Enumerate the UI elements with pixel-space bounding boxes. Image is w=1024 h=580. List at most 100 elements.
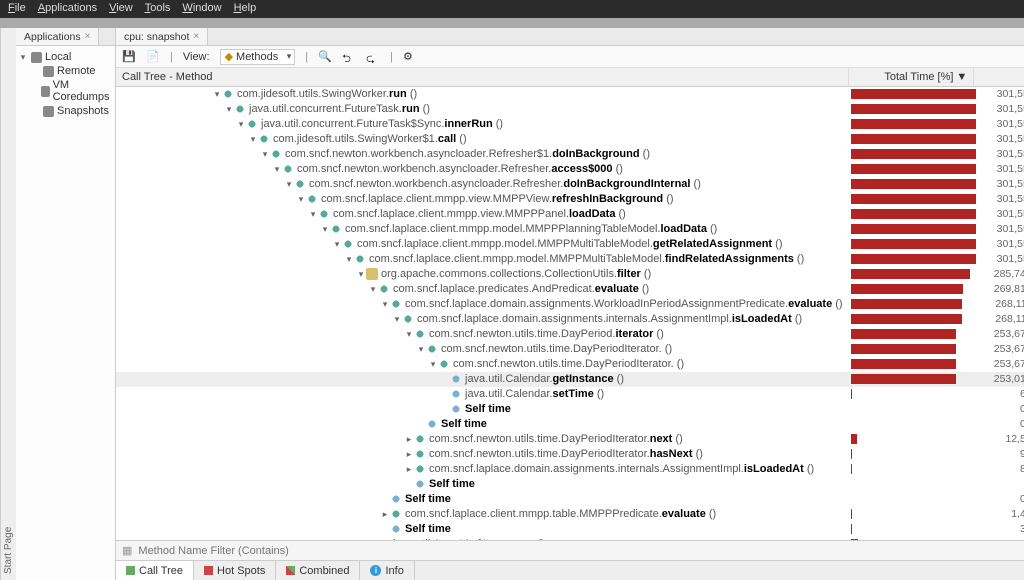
export-icon[interactable]: 📄 [146,50,160,64]
expand-toggle[interactable]: ▸ [404,464,414,475]
call-tree-row[interactable]: ▾com.sncf.laplace.client.mmpp.view.MMPPP… [116,207,1024,222]
expand-toggle[interactable]: ▾ [392,314,402,325]
filter-icon: ▦ [122,544,132,557]
menubar[interactable]: File Applications View Tools Window Help [0,0,1024,18]
call-tree-row[interactable]: ▾com.sncf.newton.workbench.asyncloader.R… [116,162,1024,177]
method-label: java.util.concurrent.FutureTask$Sync.inn… [261,118,503,130]
method-icon [282,163,294,175]
call-tree-row[interactable]: ▾org.apache.commons.collections.Collecti… [116,267,1024,282]
bottom-tab-info[interactable]: iInfo [360,561,414,580]
sidebar-node-local[interactable]: ▾Local [18,50,113,64]
sidebar-node-snapshots[interactable]: Snapshots [18,104,113,118]
sidebar-node-vm-coredumps[interactable]: VM Coredumps [18,78,113,104]
expand-toggle[interactable]: ▾ [296,194,306,205]
call-tree-row[interactable]: ▾com.sncf.laplace.domain.assignments.int… [116,312,1024,327]
expand-toggle[interactable]: ▾ [236,119,246,130]
call-tree-row[interactable]: ▸com.sncf.laplace.domain.assignments.int… [116,462,1024,477]
expand-toggle[interactable]: ▾ [284,179,294,190]
call-tree-row[interactable]: ▾com.sncf.laplace.domain.assignments.Wor… [116,297,1024,312]
expand-toggle[interactable]: ▸ [404,434,414,445]
call-tree-row[interactable]: ▾com.sncf.laplace.client.mmpp.view.MMPPV… [116,192,1024,207]
call-tree-row[interactable]: ▾ java.util.concurrent.FutureTask$Sync.in… [116,117,1024,132]
window-chrome-strip [0,18,1024,28]
call-tree-row[interactable]: Self time0.000 ms (0%)0.000 ms [116,417,1024,432]
tab-cpu-snapshot[interactable]: cpu: snapshot × [116,28,208,45]
expand-toggle[interactable]: ▾ [428,359,438,370]
call-tree-row[interactable]: ▾com.sncf.newton.workbench.asyncloader.R… [116,177,1024,192]
expand-toggle[interactable]: ▾ [356,269,366,280]
bottom-tabs[interactable]: Call TreeHot SpotsCombinediInfo [116,560,1024,580]
call-tree-row[interactable]: ▸com.sncf.laplace.client.mmpp.table.MMPP… [116,507,1024,522]
call-tree-row[interactable]: ▾com.sncf.newton.utils.time.DayPeriodIte… [116,357,1024,372]
call-tree-row[interactable]: ▾java.util.concurrent.FutureTask.run ()3… [116,102,1024,117]
method-filter-input[interactable] [138,545,1024,557]
profiler-toolbar: 💾 📄 | View: ◆ Methods | 🔍 ⮌ ⮎ | ⚙ [116,46,1024,68]
save-icon[interactable]: 💾 [122,50,136,64]
expand-toggle[interactable]: ▾ [248,134,258,145]
close-icon[interactable]: × [85,31,91,42]
col-method[interactable]: Call Tree - Method [116,68,849,86]
expand-toggle[interactable]: ▾ [212,89,222,100]
view-select[interactable]: ◆ Methods [220,49,296,65]
call-tree-row[interactable]: ▸com.sncf.newton.utils.time.DayPeriodIte… [116,432,1024,447]
nav-back-icon[interactable]: ⮌ [342,50,356,64]
menu-file[interactable]: File [8,2,26,16]
zoom-icon[interactable]: 🔍 [318,50,332,64]
expand-toggle[interactable]: ▾ [272,164,282,175]
total-time: 301 ms (0.1%) [974,523,1024,535]
call-tree-row[interactable]: Self time301 ms (0.1%)301 ms [116,522,1024,537]
col-total-time[interactable]: Total Time [974,68,1024,86]
expand-toggle[interactable]: ▾ [320,224,330,235]
start-page-tab[interactable]: Start Page [0,28,16,580]
call-tree-row[interactable]: ▾com.sncf.laplace.client.mmpp.model.MMPP… [116,252,1024,267]
call-tree-row[interactable]: ▾com.sncf.newton.utils.time.DayPeriodIte… [116,342,1024,357]
expand-toggle[interactable]: ▾ [332,239,342,250]
call-tree-row[interactable]: ▾com.sncf.newton.utils.time.DayPeriod.it… [116,327,1024,342]
col-total-time-pct[interactable]: Total Time [%]▼ [849,68,974,86]
method-icon [318,208,330,220]
applications-tree[interactable]: ▾LocalRemoteVM CoredumpsSnapshots [16,46,115,122]
call-tree-row[interactable]: java.util.Calendar.setTime ()663 ms (0.2… [116,387,1024,402]
call-tree[interactable]: ▾com.jidesoft.utils.SwingWorker.run ()30… [116,87,1024,540]
method-icon [330,223,342,235]
expand-toggle[interactable]: ▸ [404,449,414,460]
call-tree-row[interactable]: ▾ com.sncf.newton.workbench.asyncloader.R… [116,147,1024,162]
settings-icon[interactable]: ⚙ [403,50,417,64]
bottom-tab-hot-spots[interactable]: Hot Spots [194,561,276,580]
expand-toggle[interactable]: ▾ [380,299,390,310]
menu-tools[interactable]: Tools [145,2,171,16]
bottom-tab-combined[interactable]: Combined [276,561,360,580]
call-tree-row[interactable]: Self time0.000 ms (0%)0.000 ms [116,402,1024,417]
expand-toggle[interactable]: ▾ [308,209,318,220]
expand-toggle[interactable]: ▸ [380,509,390,520]
expand-toggle[interactable]: ▾ [260,149,270,160]
expand-toggle[interactable]: ▾ [404,329,414,340]
call-tree-row[interactable]: ▾com.sncf.laplace.client.mmpp.model.MMPP… [116,222,1024,237]
call-tree-row[interactable]: ▸com.sncf.newton.utils.time.DayPeriodIte… [116,447,1024,462]
expand-toggle[interactable]: ▾ [368,284,378,295]
expand-toggle[interactable]: ▾ [224,104,234,115]
method-icon [426,343,438,355]
menu-window[interactable]: Window [182,2,221,16]
call-tree-row[interactable]: Self time23.6 ms (0%)23.6 ms [116,477,1024,492]
call-tree-row[interactable]: Self time0.000 ms (0%)0.000 ms [116,492,1024,507]
expand-toggle[interactable]: ▾ [344,254,354,265]
method-icon [414,463,426,475]
menu-view[interactable]: View [109,2,133,16]
expand-toggle[interactable]: ▾ [416,344,426,355]
nav-fwd-icon[interactable]: ⮎ [366,50,380,64]
menu-applications[interactable]: Applications [38,2,97,16]
call-tree-row[interactable]: java.util.Calendar.getInstance ()253,013… [116,372,1024,387]
sidebar-node-remote[interactable]: Remote [18,64,113,78]
table-header[interactable]: Call Tree - Method Total Time [%]▼ Total… [116,68,1024,87]
call-tree-row[interactable]: ▾com.jidesoft.utils.SwingWorker.run ()30… [116,87,1024,102]
call-tree-row[interactable]: ▾com.sncf.laplace.predicates.AndPredicat… [116,282,1024,297]
method-icon [390,508,402,520]
method-label: com.sncf.newton.workbench.asyncloader.Re… [285,148,650,160]
call-tree-row[interactable]: ▾com.sncf.laplace.client.mmpp.model.MMPP… [116,237,1024,252]
bottom-tab-call-tree[interactable]: Call Tree [116,561,194,580]
close-icon[interactable]: × [193,31,199,42]
sidebar-tab-applications[interactable]: Applications × [16,28,99,45]
menu-help[interactable]: Help [234,2,257,16]
call-tree-row[interactable]: ▾com.jidesoft.utils.SwingWorker$1.call (… [116,132,1024,147]
